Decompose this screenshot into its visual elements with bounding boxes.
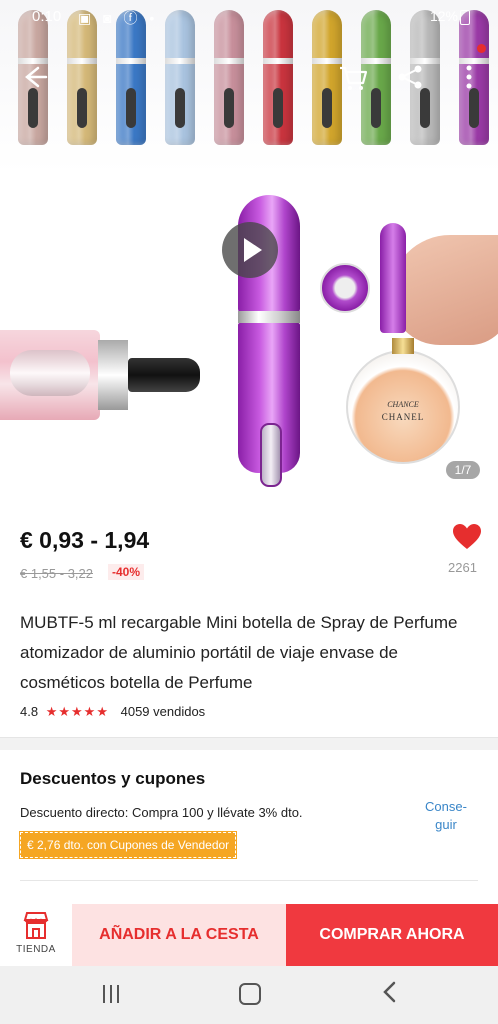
pink-spray-bottle-image [0,320,210,440]
seller-coupon-badge[interactable]: € 2,76 dto. con Cupones de Vendedor [18,831,238,859]
product-image-gallery[interactable]: 0:10 ▣ ◙ ⓕ • 12% CHANCE CHANEL 1/7 [0,0,498,497]
discount-badge: -40% [108,564,145,580]
rating-value: 4.8 [20,704,39,719]
play-video-button[interactable] [222,222,278,278]
buy-now-button[interactable]: COMPRAR AHORA [286,904,498,966]
share-icon[interactable] [393,60,427,94]
notification-dot [477,44,486,53]
section-separator [0,737,498,750]
purchase-action-bar: TIENDA AÑADIR A LA CESTA COMPRAR AHORA [0,904,498,966]
notification-icons: ▣ ◙ ⓕ • [78,10,159,26]
cart-icon[interactable] [336,60,370,94]
wishlist-heart-icon[interactable] [452,522,482,552]
system-back-icon[interactable] [380,980,400,1004]
rating-row[interactable]: 4.8 ★★★★★ 4059 vendidos [20,704,205,720]
perfume-label-line2: CHANEL [381,412,425,422]
original-price: € 1,55 - 3,22 [20,566,93,581]
back-arrow-icon[interactable] [16,60,50,94]
add-to-cart-button[interactable]: AÑADIR A LA CESTA [72,904,286,966]
zoom-detail-circle [320,263,370,313]
home-icon[interactable] [239,983,261,1005]
store-icon [23,912,49,939]
product-title: MUBTF-5 ml recargable Mini botella de Sp… [20,613,458,692]
wishlist-count: 2261 [448,560,477,575]
status-bar: 0:10 ▣ ◙ ⓕ • 12% [0,0,498,32]
perfume-bottle-image: CHANCE CHANEL [346,338,460,464]
recent-apps-icon[interactable] [100,983,122,1005]
system-navigation-bar [0,966,498,1024]
image-counter: 1/7 [446,461,480,479]
store-button[interactable]: TIENDA [0,904,72,966]
perfume-label-line1: CHANCE [387,400,419,409]
more-options-icon[interactable] [452,60,486,94]
discounts-section-title: Descuentos y cupones [20,769,206,788]
rating-stars-icon: ★★★★★ [45,704,109,719]
get-coupon-link[interactable]: Conse-guir [418,798,474,834]
store-label: TIENDA [16,944,56,955]
divider [20,880,478,881]
battery-icon [460,10,470,25]
status-time: 0:10 [32,8,62,25]
hand-refill-image: CHANCE CHANEL [320,215,498,475]
price-range: € 0,93 - 1,94 [20,527,150,553]
sold-count: 4059 vendidos [120,704,206,719]
battery-level: 12% [429,8,458,24]
direct-discount-text: Descuento directo: Compra 100 y llévate … [20,805,303,820]
